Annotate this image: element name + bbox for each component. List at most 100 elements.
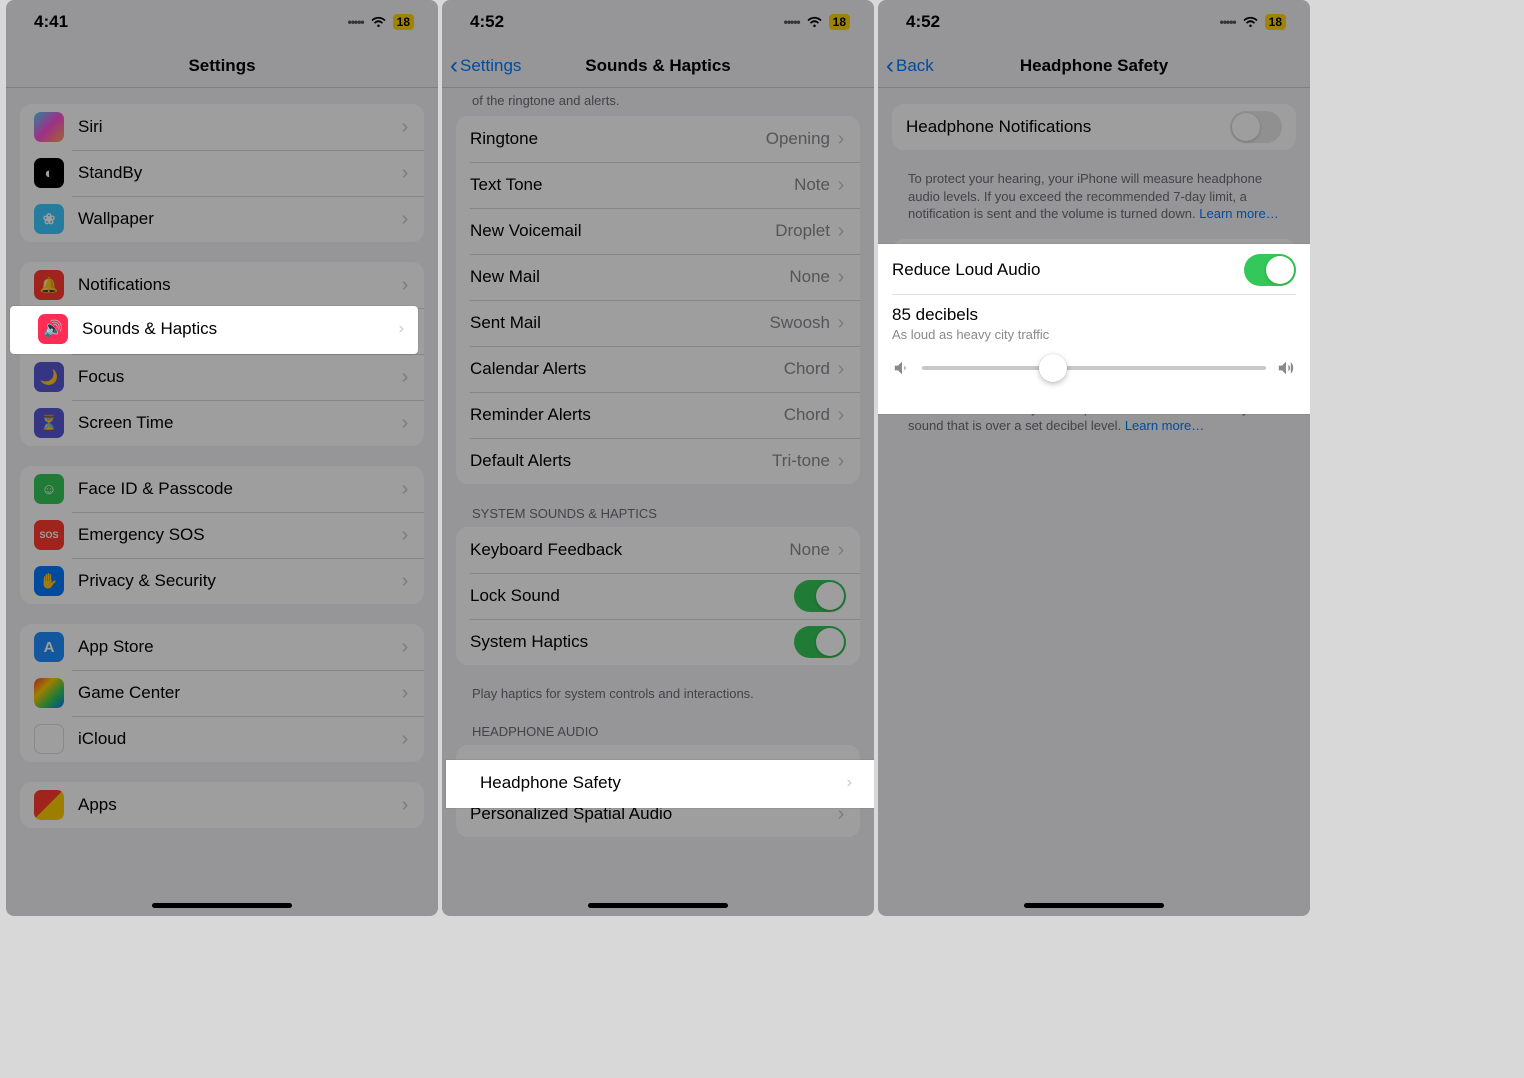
nav-header: ‹Settings Sounds & Haptics — [442, 44, 874, 88]
section-header-headphone: HEADPHONE AUDIO — [472, 724, 844, 739]
value: Opening — [766, 129, 830, 149]
row-new voicemail[interactable]: New VoicemailDroplet › — [456, 208, 860, 254]
row-notifications[interactable]: 🔔Notifications› — [20, 262, 424, 308]
label: Screen Time — [78, 413, 400, 433]
value: Tri-tone — [772, 451, 830, 471]
highlight-reduce-loud-audio: Reduce Loud Audio 85 decibels As loud as… — [878, 244, 1310, 414]
row-sos[interactable]: SOSEmergency SOS› — [20, 512, 424, 558]
speaker-high-icon — [1276, 360, 1296, 376]
page-title: Headphone Safety — [1020, 56, 1168, 76]
row-new mail[interactable]: New MailNone› — [456, 254, 860, 300]
toggle-reduce-loud-audio[interactable] — [1244, 254, 1296, 286]
footer-system: Play haptics for system controls and int… — [472, 685, 844, 703]
gamecenter-icon — [34, 678, 64, 708]
label: Ringtone — [470, 129, 766, 149]
back-button[interactable]: ‹Back — [886, 54, 934, 78]
chevron-right-icon: › — [400, 413, 410, 433]
wallpaper-icon: ❀ — [34, 204, 64, 234]
chevron-right-icon: › — [399, 320, 404, 338]
label: Emergency SOS — [78, 525, 400, 545]
toggle[interactable] — [794, 580, 846, 612]
chevron-right-icon: › — [400, 525, 410, 545]
row-privacy[interactable]: ✋Privacy & Security› — [20, 558, 424, 604]
wifi-icon — [1242, 16, 1259, 28]
cutoff-text: of the ringtone and alerts. — [472, 92, 844, 110]
highlight-sounds-haptics[interactable]: 🔊 Sounds & Haptics › — [10, 306, 418, 354]
chevron-right-icon: › — [400, 683, 410, 703]
home-indicator[interactable] — [152, 903, 292, 908]
cell-dots: ••••• — [1220, 15, 1236, 29]
row-calendar alerts[interactable]: Calendar AlertsChord› — [456, 346, 860, 392]
page-title: Settings — [188, 56, 255, 76]
row-keyboard feedback[interactable]: Keyboard FeedbackNone› — [456, 527, 860, 573]
slider-thumb[interactable] — [1039, 354, 1067, 382]
status-bar: 4:41 ••••• 18 — [6, 0, 438, 44]
decibel-value: 85 decibels — [892, 305, 1296, 325]
row-text tone[interactable]: Text ToneNote› — [456, 162, 860, 208]
chevron-left-icon: ‹ — [450, 54, 458, 78]
screen-headphone-safety: 4:52 ••••• 18 ‹Back Headphone Safety Hea… — [878, 0, 1310, 916]
label: Privacy & Security — [78, 571, 400, 591]
row-standby[interactable]: ◐StandBy› — [20, 150, 424, 196]
row-appstore[interactable]: AApp Store› — [20, 624, 424, 670]
chevron-right-icon: › — [836, 129, 846, 149]
chevron-right-icon: › — [400, 795, 410, 815]
standby-icon: ◐ — [34, 158, 64, 188]
value: Droplet — [775, 221, 830, 241]
battery-indicator: 18 — [829, 14, 850, 30]
row-system haptics[interactable]: System Haptics — [456, 619, 860, 665]
chevron-right-icon: › — [836, 359, 846, 379]
row-apps[interactable]: Apps› — [20, 782, 424, 828]
battery-indicator: 18 — [1265, 14, 1286, 30]
bell-icon: 🔔 — [34, 270, 64, 300]
learn-more-link[interactable]: Learn more… — [1125, 418, 1204, 433]
row-ringtone[interactable]: RingtoneOpening › — [456, 116, 860, 162]
label: Headphone Safety — [480, 773, 847, 793]
row-default alerts[interactable]: Default AlertsTri-tone› — [456, 438, 860, 484]
chevron-right-icon: › — [836, 221, 846, 241]
screen-settings: 4:41 ••••• 18 Settings Siri› ◐StandBy› ❀… — [6, 0, 438, 916]
chevron-right-icon: › — [400, 479, 410, 499]
appstore-icon: A — [34, 632, 64, 662]
row-faceid[interactable]: ☺Face ID & Passcode› — [20, 466, 424, 512]
toggle-headphone-notifications[interactable] — [1230, 111, 1282, 143]
row-siri[interactable]: Siri› — [20, 104, 424, 150]
faceid-icon: ☺ — [34, 474, 64, 504]
row-sent mail[interactable]: Sent MailSwoosh› — [456, 300, 860, 346]
clock: 4:41 — [34, 12, 68, 32]
row-reminder alerts[interactable]: Reminder AlertsChord› — [456, 392, 860, 438]
label: Apps — [78, 795, 400, 815]
row-gamecenter[interactable]: Game Center› — [20, 670, 424, 716]
battery-indicator: 18 — [393, 14, 414, 30]
home-indicator[interactable] — [1024, 903, 1164, 908]
chevron-left-icon: ‹ — [886, 54, 894, 78]
screen-sounds-haptics: 4:52 ••••• 18 ‹Settings Sounds & Haptics… — [442, 0, 874, 916]
row-wallpaper[interactable]: ❀Wallpaper› — [20, 196, 424, 242]
chevron-right-icon: › — [836, 267, 846, 287]
home-indicator[interactable] — [588, 903, 728, 908]
label: Reduce Loud Audio — [892, 260, 1244, 280]
value: Chord — [784, 359, 830, 379]
back-label: Settings — [460, 56, 521, 76]
toggle[interactable] — [794, 626, 846, 658]
section-header-system: SYSTEM SOUNDS & HAPTICS — [472, 506, 844, 521]
speaker-low-icon — [892, 360, 912, 376]
label: Reminder Alerts — [470, 405, 784, 425]
page-title: Sounds & Haptics — [585, 56, 730, 76]
learn-more-link[interactable]: Learn more… — [1199, 206, 1278, 221]
speaker-icon: 🔊 — [38, 314, 68, 344]
decibel-slider[interactable] — [922, 366, 1266, 370]
label: New Voicemail — [470, 221, 775, 241]
highlight-headphone-safety[interactable]: Headphone Safety › — [446, 760, 874, 808]
footer-notif: To protect your hearing, your iPhone wil… — [908, 170, 1280, 223]
row-headphone-notifications[interactable]: Headphone Notifications — [892, 104, 1296, 150]
row-icloud[interactable]: ☁iCloud› — [20, 716, 424, 762]
row-screen-time[interactable]: ⏳Screen Time› — [20, 400, 424, 446]
chevron-right-icon: › — [836, 540, 846, 560]
wifi-icon — [370, 16, 387, 28]
row-focus[interactable]: 🌙Focus› — [20, 354, 424, 400]
label: Headphone Notifications — [906, 117, 1230, 137]
label: Keyboard Feedback — [470, 540, 789, 560]
back-button[interactable]: ‹Settings — [450, 54, 521, 78]
row-lock sound[interactable]: Lock Sound — [456, 573, 860, 619]
